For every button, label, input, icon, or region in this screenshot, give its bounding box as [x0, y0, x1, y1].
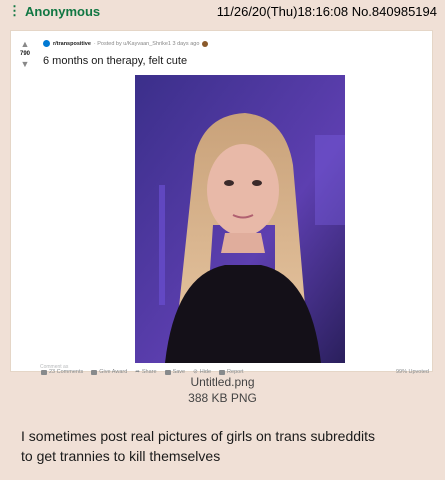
subreddit-name[interactable]: r/transpositive — [53, 41, 91, 47]
downvote-icon[interactable]: ▼ — [21, 59, 30, 69]
reddit-post-meta: r/transpositive · Posted by u/Kayvaan_Sh… — [43, 40, 209, 47]
file-name[interactable]: Untitled.png — [0, 374, 445, 390]
file-info: Untitled.png 388 KB PNG — [0, 374, 445, 406]
vote-column: ▲ 790 ▼ — [17, 39, 33, 69]
post-datetime: 11/26/20(Thu)18:16:08 — [216, 3, 349, 19]
post-photo[interactable] — [135, 75, 345, 363]
poster-name: Anonymous — [25, 3, 101, 19]
post-message: I sometimes post real pictures of girls … — [21, 426, 441, 466]
vote-count: 790 — [19, 51, 30, 57]
post-message-line: I sometimes post real pictures of girls … — [21, 428, 376, 444]
award-icon — [202, 40, 209, 47]
post-number[interactable]: No.840985194 — [352, 4, 437, 19]
reddit-screenshot[interactable]: ▲ 790 ▼ r/transpositive · Posted by u/Ka… — [10, 30, 433, 375]
subreddit-avatar — [43, 40, 50, 47]
posted-by: · Posted by u/Kayvaan_Shrike1 3 days ago — [93, 40, 200, 47]
post-message-line: to get trannies to kill themselves — [21, 448, 221, 464]
upvote-icon[interactable]: ▲ — [21, 39, 30, 49]
post-meta: 11/26/20(Thu)18:16:08 No.840985194 — [217, 4, 437, 19]
reddit-post-title[interactable]: 6 months on therapy, felt cute — [43, 55, 187, 67]
post-header: ⋮ Anonymous 11/26/20(Thu)18:16:08 No.840… — [0, 0, 445, 22]
photo-illustration — [135, 75, 345, 363]
post-menu-icon[interactable]: ⋮ — [8, 3, 21, 19]
file-size: 388 KB PNG — [188, 391, 257, 405]
comment-as-label: Comment as — [40, 364, 69, 370]
